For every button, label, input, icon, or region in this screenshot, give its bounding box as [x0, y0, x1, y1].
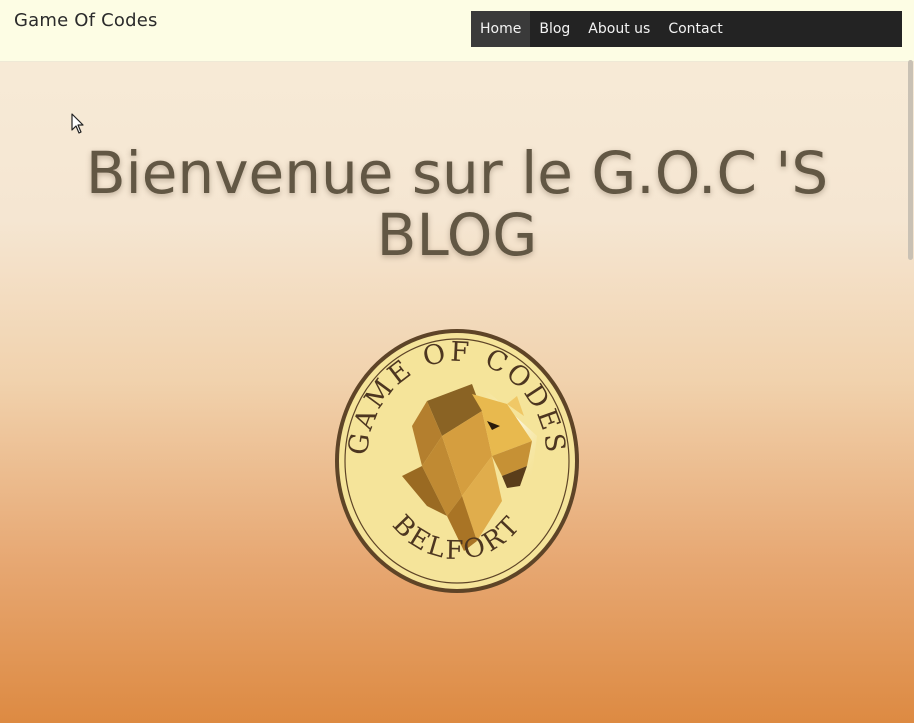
game-of-codes-logo: GAME OF CODES BELFORT	[335, 329, 579, 593]
nav-blog[interactable]: Blog	[530, 11, 579, 47]
nav-about-us[interactable]: About us	[579, 11, 659, 47]
top-bar: Game Of Codes Home Blog About us Contact	[0, 0, 914, 62]
site-brand[interactable]: Game Of Codes	[14, 10, 158, 31]
hero-title: Bienvenue sur le G.O.C 'S BLOG	[85, 139, 829, 269]
mouse-cursor-icon	[71, 113, 84, 134]
nav-contact[interactable]: Contact	[659, 11, 731, 47]
main-nav: Home Blog About us Contact	[471, 11, 902, 47]
nav-home[interactable]: Home	[471, 11, 531, 47]
